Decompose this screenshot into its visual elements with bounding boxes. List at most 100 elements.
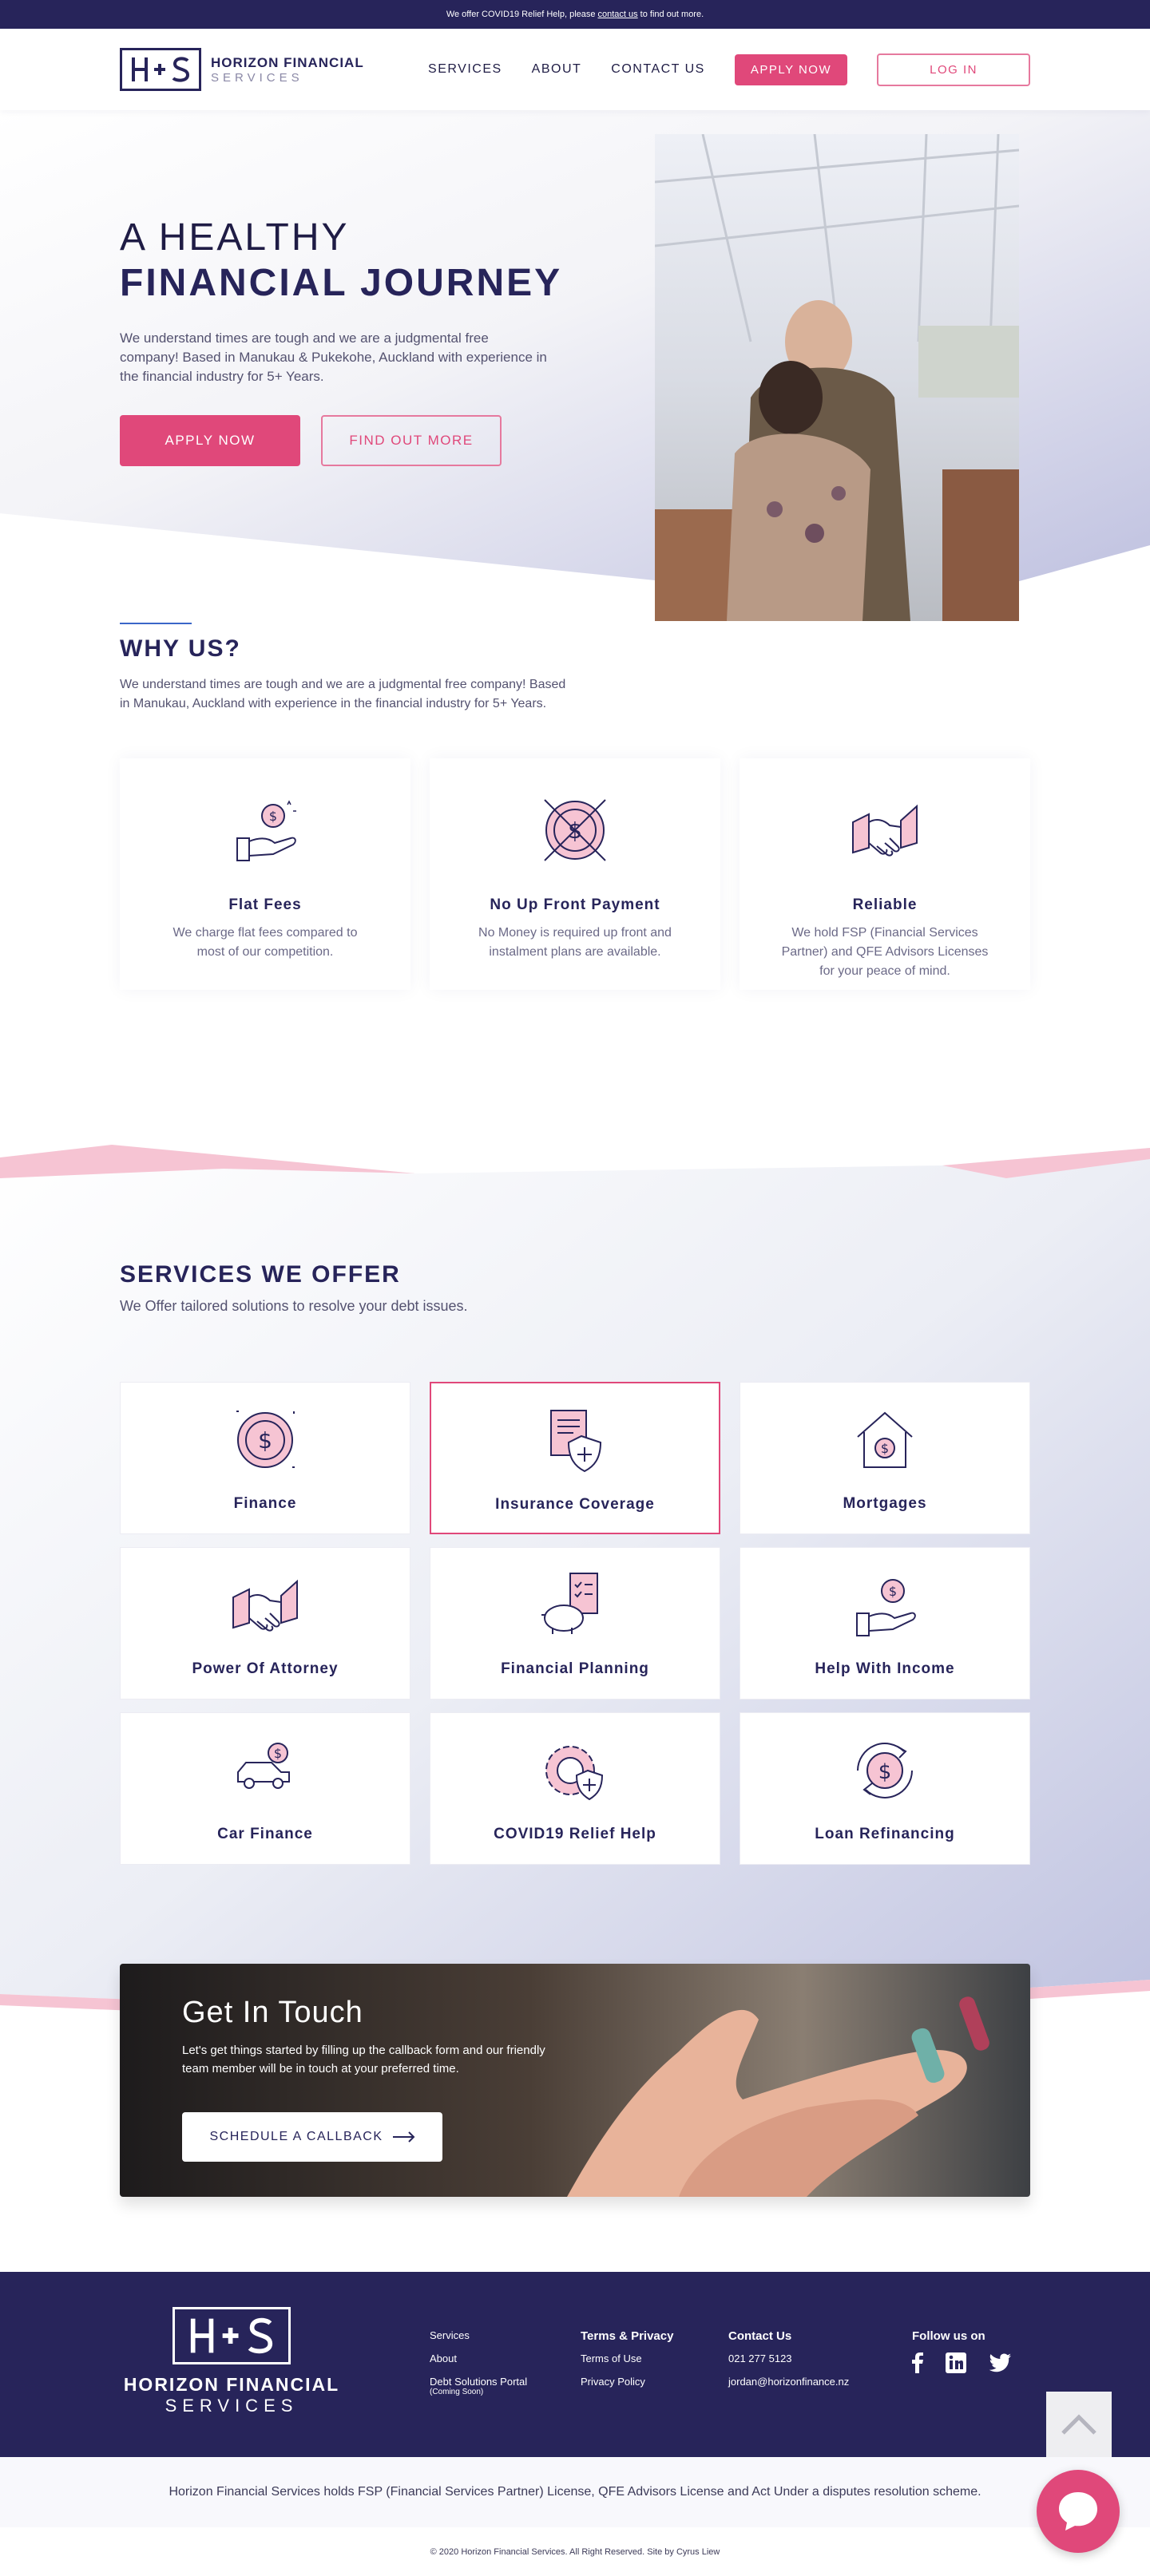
scroll-to-top-button[interactable] — [1046, 2392, 1112, 2457]
svg-text:$: $ — [258, 1427, 272, 1454]
hand-coin-icon: $ — [236, 800, 296, 861]
service-card-help-with-income[interactable]: $ Help With Income — [740, 1547, 1030, 1700]
legal-notice: Horizon Financial Services holds FSP (Fi… — [0, 2457, 1150, 2527]
hero-apply-now-button[interactable]: APPLY NOW — [120, 415, 300, 466]
footer-logo[interactable]: HORIZON FINANCIAL SERVICES — [120, 2307, 343, 2416]
service-label: Power Of Attorney — [192, 1660, 339, 1677]
coming-soon-note: (Coming Soon) — [430, 2388, 484, 2396]
svg-text:$: $ — [274, 1746, 282, 1761]
terms-of-use-link[interactable]: Terms of Use — [581, 2352, 673, 2364]
gear-shield-icon — [545, 1746, 604, 1801]
service-card-insurance[interactable]: Insurance Coverage — [430, 1382, 720, 1534]
handshake-icon — [232, 1579, 298, 1632]
footer-brand-subname: SERVICES — [165, 2396, 299, 2416]
why-card-text: We charge flat fees compared to most of … — [172, 926, 358, 959]
hero-description: We understand times are tough and we are… — [120, 330, 547, 384]
brand-subname: SERVICES — [211, 70, 303, 85]
footer-phone[interactable]: 021 277 5123 — [728, 2352, 849, 2364]
log-in-button[interactable]: LOG IN — [877, 53, 1030, 86]
why-card-no-up-front: $ No Up Front Payment No Money is requir… — [430, 758, 720, 990]
service-card-car-finance[interactable]: $ Car Finance — [120, 1712, 410, 1865]
service-label: Mortgages — [843, 1495, 927, 1512]
footer-logo-monogram — [172, 2307, 291, 2364]
schedule-callback-button[interactable]: SCHEDULE A CALLBACK — [182, 2112, 442, 2162]
service-card-financial-planning[interactable]: Financial Planning — [430, 1547, 720, 1700]
footer-social: Follow us on — [912, 2329, 1011, 2373]
car-dollar-icon: $ — [237, 1743, 290, 1789]
brand-name: HORIZON FINANCIAL — [211, 54, 364, 70]
footer-terms: Terms & Privacy Terms of Use Privacy Pol… — [581, 2329, 673, 2399]
arrow-right-icon — [392, 2131, 414, 2143]
house-dollar-icon: $ — [857, 1411, 913, 1468]
brand-logo[interactable]: HORIZON FINANCIAL SERVICES — [120, 48, 364, 91]
announcement-text-end: to find out more. — [640, 10, 704, 19]
footer-link-services[interactable]: Services — [430, 2329, 527, 2341]
svg-text:$: $ — [269, 809, 277, 824]
service-card-loan-refinancing[interactable]: $ Loan Refinancing — [740, 1712, 1030, 1865]
contact-heading: Contact Us — [728, 2329, 792, 2343]
twitter-icon[interactable] — [989, 2353, 1011, 2372]
get-in-touch-banner: Get In Touch Let's get things started by… — [120, 1964, 1030, 2197]
footer-contact: Contact Us 021 277 5123 jordan@horizonfi… — [728, 2329, 849, 2399]
announcement-bar: We offer COVID19 Relief Help, please con… — [0, 0, 1150, 29]
service-card-covid19-relief[interactable]: COVID19 Relief Help — [430, 1712, 720, 1865]
why-card-text: No Money is required up front and instal… — [478, 926, 672, 959]
hero-couple-photo — [655, 134, 1019, 621]
why-card-title: Reliable — [852, 896, 918, 913]
linkedin-icon[interactable] — [946, 2352, 966, 2373]
hero-title-line1: A HEALTHY — [120, 216, 350, 259]
service-label: COVID19 Relief Help — [494, 1826, 656, 1842]
service-label: Insurance Coverage — [495, 1496, 655, 1513]
section-rule — [120, 623, 192, 624]
svg-text:$: $ — [889, 1584, 897, 1599]
services-title: SERVICES WE OFFER — [120, 1261, 401, 1288]
handshake-icon — [852, 804, 918, 857]
why-card-flat-fees: $ Flat Fees We charge flat fees compared… — [120, 758, 410, 990]
chat-bubble-icon — [1059, 2492, 1097, 2530]
announcement-text: We offer COVID19 Relief Help, please — [446, 10, 596, 19]
service-label: Loan Refinancing — [815, 1826, 955, 1842]
terms-heading: Terms & Privacy — [581, 2329, 674, 2343]
monogram-icon — [190, 2317, 273, 2354]
why-us-description: We understand times are tough and we are… — [120, 678, 566, 710]
refinance-icon: $ — [857, 1743, 913, 1798]
service-label: Finance — [233, 1495, 297, 1512]
service-label: Help With Income — [815, 1660, 955, 1677]
schedule-callback-label: SCHEDULE A CALLBACK — [209, 2130, 383, 2143]
hand-coin-icon: $ — [856, 1579, 916, 1636]
get-in-touch-text: Let's get things started by filling up t… — [182, 2044, 545, 2075]
why-us-title: WHY US? — [120, 635, 241, 662]
find-out-more-button[interactable]: FIND OUT MORE — [321, 415, 502, 466]
footer-link-debt-portal[interactable]: Debt Solutions Portal — [430, 2376, 527, 2388]
insurance-shield-icon — [550, 1410, 602, 1473]
piggy-bank-icon — [541, 1573, 598, 1634]
hero-title-line2: FINANCIAL JOURNEY — [120, 262, 563, 304]
footer-link-about[interactable]: About — [430, 2352, 527, 2364]
why-card-text: We hold FSP (Financial Services Partner)… — [781, 926, 989, 978]
dollar-coin-icon: $ — [236, 1411, 295, 1468]
facebook-icon[interactable] — [912, 2352, 923, 2373]
services-section: SERVICES WE OFFER We Offer tailored solu… — [0, 1142, 1150, 2044]
footer-email[interactable]: jordan@horizonfinance.nz — [728, 2376, 849, 2388]
chevron-up-icon — [1061, 2414, 1096, 2435]
get-in-touch-title: Get In Touch — [182, 1996, 363, 2029]
privacy-policy-link[interactable]: Privacy Policy — [581, 2376, 673, 2388]
hero-section: A HEALTHY FINANCIAL JOURNEY We understan… — [0, 110, 1150, 621]
copyright: © 2020 Horizon Financial Services. All R… — [0, 2527, 1150, 2576]
main-nav: HORIZON FINANCIAL SERVICES SERVICES ABOU… — [0, 29, 1150, 110]
nav-about[interactable]: ABOUT — [532, 62, 582, 77]
nav-contact-us[interactable]: CONTACT US — [611, 62, 705, 77]
why-card-reliable: Reliable We hold FSP (Financial Services… — [740, 758, 1030, 990]
apply-now-button[interactable]: APPLY NOW — [734, 53, 848, 85]
chat-button[interactable] — [1037, 2470, 1120, 2553]
service-card-power-of-attorney[interactable]: Power Of Attorney — [120, 1547, 410, 1700]
contact-us-link[interactable]: contact us — [598, 10, 638, 19]
service-card-finance[interactable]: $ Finance — [120, 1382, 410, 1534]
service-label: Financial Planning — [501, 1660, 649, 1677]
svg-text:$: $ — [878, 1760, 892, 1784]
service-card-mortgages[interactable]: $ Mortgages — [740, 1382, 1030, 1534]
logo-monogram — [120, 48, 201, 91]
footer-links: Services About Debt Solutions Portal (Co… — [430, 2329, 527, 2396]
nav-services[interactable]: SERVICES — [428, 62, 502, 77]
footer-brand-name: HORIZON FINANCIAL — [123, 2374, 340, 2395]
